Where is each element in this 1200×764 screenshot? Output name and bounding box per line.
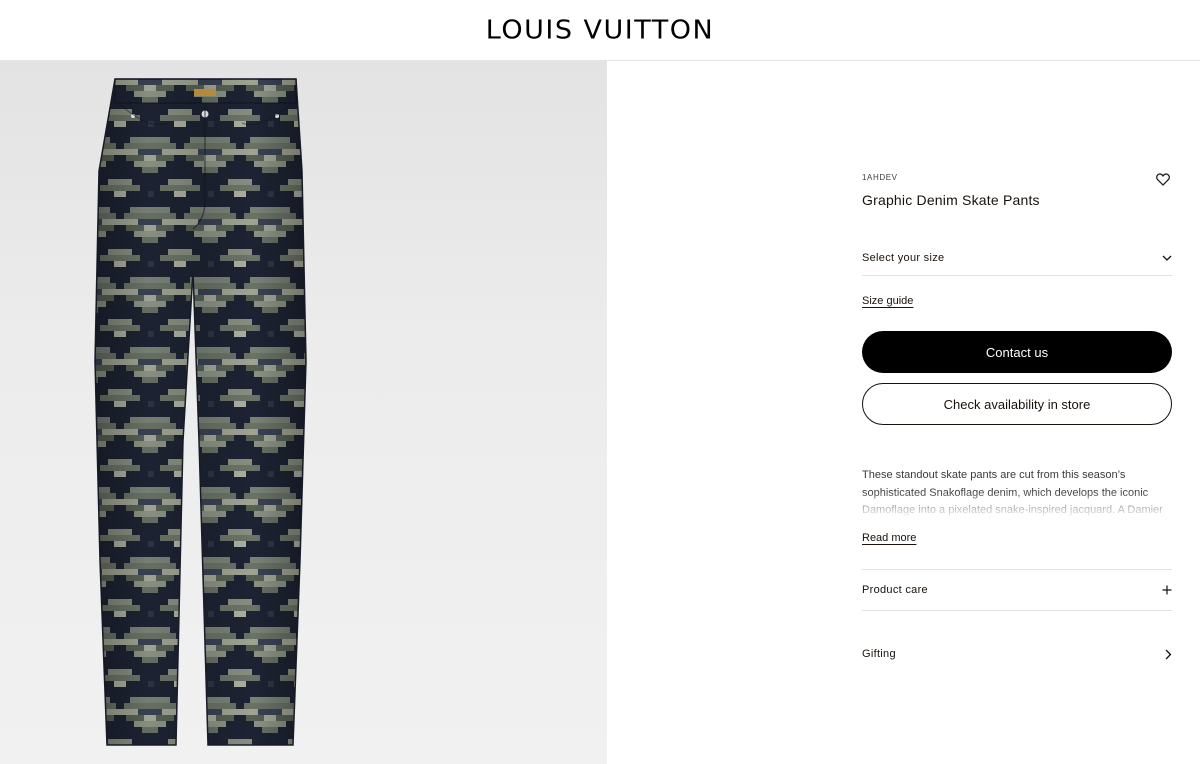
- read-more-link[interactable]: Read more: [862, 532, 916, 544]
- check-availability-button[interactable]: Check availability in store: [862, 383, 1172, 425]
- pants-illustration: [94, 78, 307, 746]
- chevron-right-icon: [1165, 649, 1172, 659]
- brand-logo[interactable]: LOUIS VUITTON: [486, 15, 714, 44]
- heart-icon: [1156, 173, 1170, 186]
- product-care-label: Product care: [862, 584, 928, 596]
- chevron-down-icon: [1162, 255, 1172, 261]
- size-guide-link[interactable]: Size guide: [862, 295, 913, 307]
- product-image[interactable]: [0, 61, 607, 764]
- wishlist-button[interactable]: [1154, 170, 1172, 188]
- gifting-label: Gifting: [862, 648, 896, 660]
- contact-us-button[interactable]: Contact us: [862, 331, 1172, 373]
- gifting-link[interactable]: Gifting: [862, 633, 1172, 675]
- size-selector[interactable]: Select your size: [862, 240, 1172, 276]
- size-selector-label: Select your size: [862, 251, 945, 264]
- plus-icon: [1162, 585, 1172, 595]
- product-title: Graphic Denim Skate Pants: [862, 192, 1040, 208]
- site-header: LOUIS VUITTON: [0, 0, 1200, 61]
- product-description: These standout skate pants are cut from …: [862, 469, 1163, 516]
- product-sku: 1AHDEV: [862, 173, 898, 182]
- product-care-toggle[interactable]: Product care: [862, 569, 1172, 611]
